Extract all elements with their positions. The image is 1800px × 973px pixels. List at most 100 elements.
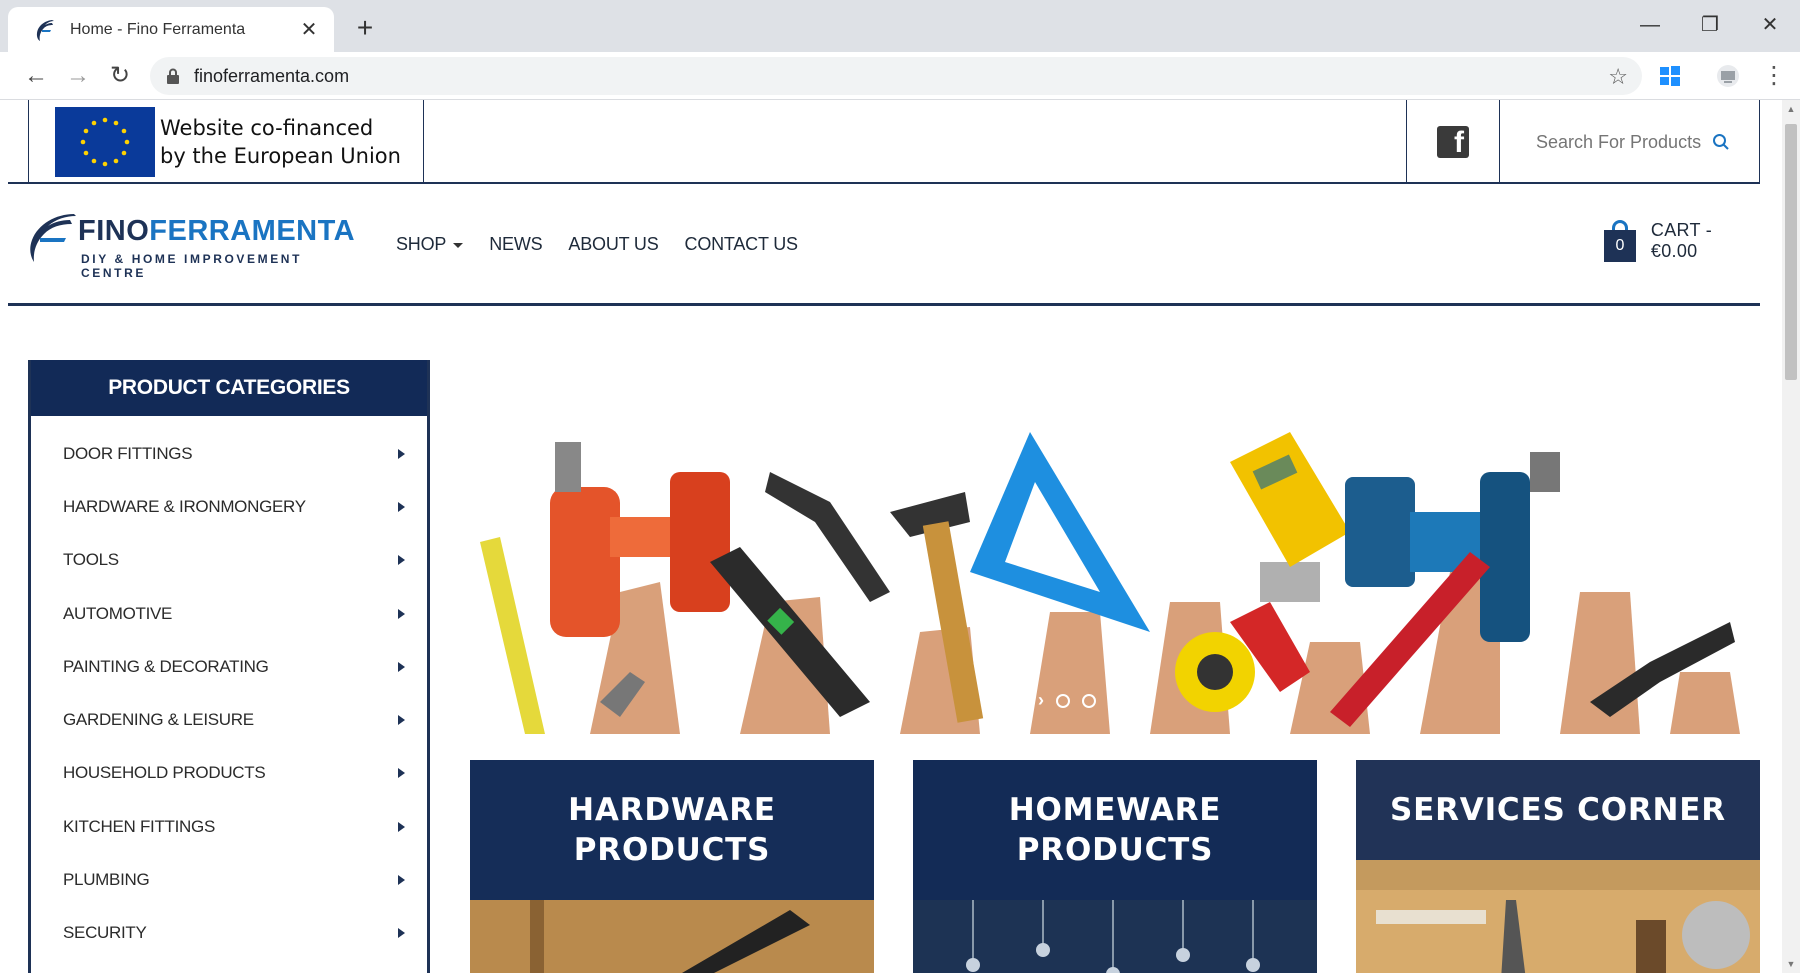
product-categories-sidebar: PRODUCT CATEGORIES DOOR FITTINGS HARDWAR… [28,360,430,973]
scrollbar-thumb[interactable] [1785,124,1797,380]
tile-line1: HARDWARE [568,792,776,828]
tile-hardware-products[interactable]: HARDWARE PRODUCTS [470,760,874,973]
slider-dot-2[interactable] [1082,693,1096,708]
category-item-tools[interactable]: TOOLS [31,534,427,587]
sidebar-title: PRODUCT CATEGORIES [31,360,427,416]
category-item-automotive[interactable]: AUTOMOTIVE [31,587,427,640]
tab-title: Home - Fino Ferramenta [70,20,246,38]
caret-right-icon [398,875,405,886]
category-item-hardware-ironmongery[interactable]: HARDWARE & IRONMONGERY [31,480,427,533]
browser-tab[interactable]: Home - Fino Ferramenta ✕ [8,7,334,52]
caret-right-icon [398,768,405,779]
category-label: HOUSEHOLD PRODUCTS [63,763,266,783]
category-label: PAINTING & DECORATING [63,656,269,676]
caret-right-icon [398,501,405,512]
category-label: HARDWARE & IRONMONGERY [63,496,306,516]
nav-shop[interactable]: SHOP [396,234,464,255]
brand-ferramenta: FERRAMENTA [149,215,356,247]
category-item-kitchen-fittings[interactable]: KITCHEN FITTINGS [31,800,427,853]
slider-dot-3[interactable] [1108,693,1122,708]
tile-line2: PRODUCTS [1016,832,1214,868]
top-bar: Website co-financed by the European Unio… [8,100,1760,184]
scroll-up-icon[interactable]: ▲ [1782,104,1800,114]
eu-text: Website co-financed by the European Unio… [160,114,401,170]
restore-icon[interactable]: ❐ [1690,10,1730,40]
page-scrollbar[interactable]: ▲ ▼ [1782,100,1800,973]
search-input[interactable] [1536,131,1706,153]
category-item-plumbing[interactable]: PLUMBING [31,853,427,906]
shopping-bag-icon: 0 [1604,220,1636,262]
caret-right-icon [398,448,405,459]
eu-text-line2: by the European Union [160,144,401,168]
slider-dot-1[interactable] [1056,693,1070,708]
tile-homeware-products[interactable]: HOMEWARE PRODUCTS [913,760,1317,973]
search-area [1500,100,1760,184]
logo-swoosh-icon [30,214,76,262]
browser-menu-icon[interactable]: ⋮ [1762,62,1786,90]
cart-count: 0 [1604,230,1636,262]
cart-label: CART - €0.00 [1650,220,1713,261]
caret-right-icon [398,715,405,726]
chevron-down-icon [453,243,464,248]
eu-cofinance-banner[interactable]: Website co-financed by the European Unio… [28,100,424,184]
forward-arrow-icon[interactable]: → [62,60,94,92]
category-item-door-fittings[interactable]: DOOR FITTINGS [31,427,427,480]
slider-pause-icon[interactable]: | | [1134,692,1144,710]
caret-right-icon [398,555,405,566]
brand-tagline: DIY & HOME IMPROVEMENT CENTRE [81,252,302,280]
category-label: PLUMBING [63,870,150,890]
category-item-security[interactable]: SECURITY [31,907,427,960]
scroll-down-icon[interactable]: ▼ [1782,959,1800,969]
page-viewport: Website co-financed by the European Unio… [0,100,1800,973]
caret-right-icon [398,928,405,939]
reload-icon[interactable]: ↻ [104,60,136,92]
tile-line2: PRODUCTS [573,832,771,868]
cart-button[interactable]: 0 CART - €0.00 [1604,220,1760,262]
brand-name: FINOFERRAMENTA [78,215,355,248]
new-tab-icon[interactable]: + [350,13,380,43]
tab-close-icon[interactable]: ✕ [298,17,320,42]
lock-icon [167,68,179,84]
category-item-painting-decorating[interactable]: PAINTING & DECORATING [31,640,427,693]
nav-about-us[interactable]: ABOUT US [568,234,658,255]
site-favicon-icon [36,19,54,41]
nav-contact-us[interactable]: CONTACT US [685,234,799,255]
caret-right-icon [398,821,405,832]
facebook-icon: f [1437,126,1469,159]
tile-line1: SERVICES CORNER [1390,792,1726,828]
category-label: AUTOMOTIVE [63,603,173,623]
browser-toolbar: ← → ↻ finoferramenta.com ☆ ⋮ [0,52,1800,100]
bookmark-star-icon[interactable]: ☆ [1608,64,1628,90]
back-arrow-icon[interactable]: ← [20,60,52,92]
nav-shop-label: SHOP [396,234,447,254]
windows-extension-icon[interactable] [1658,64,1682,88]
window-close-icon[interactable]: ✕ [1750,10,1790,40]
site-logo[interactable]: FINOFERRAMENTA DIY & HOME IMPROVEMENT CE… [26,212,356,280]
category-label: SECURITY [63,923,147,943]
eu-flag-icon [55,107,155,177]
nav-news[interactable]: NEWS [489,234,542,255]
screen-extension-icon[interactable] [1716,64,1740,88]
slider-next-icon[interactable]: › [1038,690,1044,711]
category-item-household-products[interactable]: HOUSEHOLD PRODUCTS [31,747,427,800]
url-text: finoferramenta.com [194,65,350,86]
tile-line1: HOMEWARE [1008,792,1222,828]
category-label: DOOR FITTINGS [63,443,193,463]
address-bar[interactable]: finoferramenta.com ☆ [150,57,1642,95]
hero-tools-image [470,372,1760,734]
hero-slider[interactable]: › | | [470,372,1760,734]
facebook-link[interactable]: f [1406,100,1500,184]
site-header: FINOFERRAMENTA DIY & HOME IMPROVEMENT CE… [8,184,1760,306]
tile-services-corner[interactable]: SERVICES CORNER [1356,760,1760,973]
category-label: TOOLS [63,550,119,570]
eu-text-line1: Website co-financed [160,116,374,140]
search-icon[interactable] [1712,133,1730,151]
caret-right-icon [398,661,405,672]
category-label: KITCHEN FITTINGS [63,816,215,836]
main-nav: SHOP NEWS ABOUT US CONTACT US [396,234,798,255]
category-item-gardening-leisure[interactable]: GARDENING & LEISURE [31,693,427,746]
brand-fino: FINO [78,215,150,247]
minimize-icon[interactable]: — [1630,10,1670,40]
tile-title: SERVICES CORNER [1356,760,1760,860]
category-label: GARDENING & LEISURE [63,710,254,730]
